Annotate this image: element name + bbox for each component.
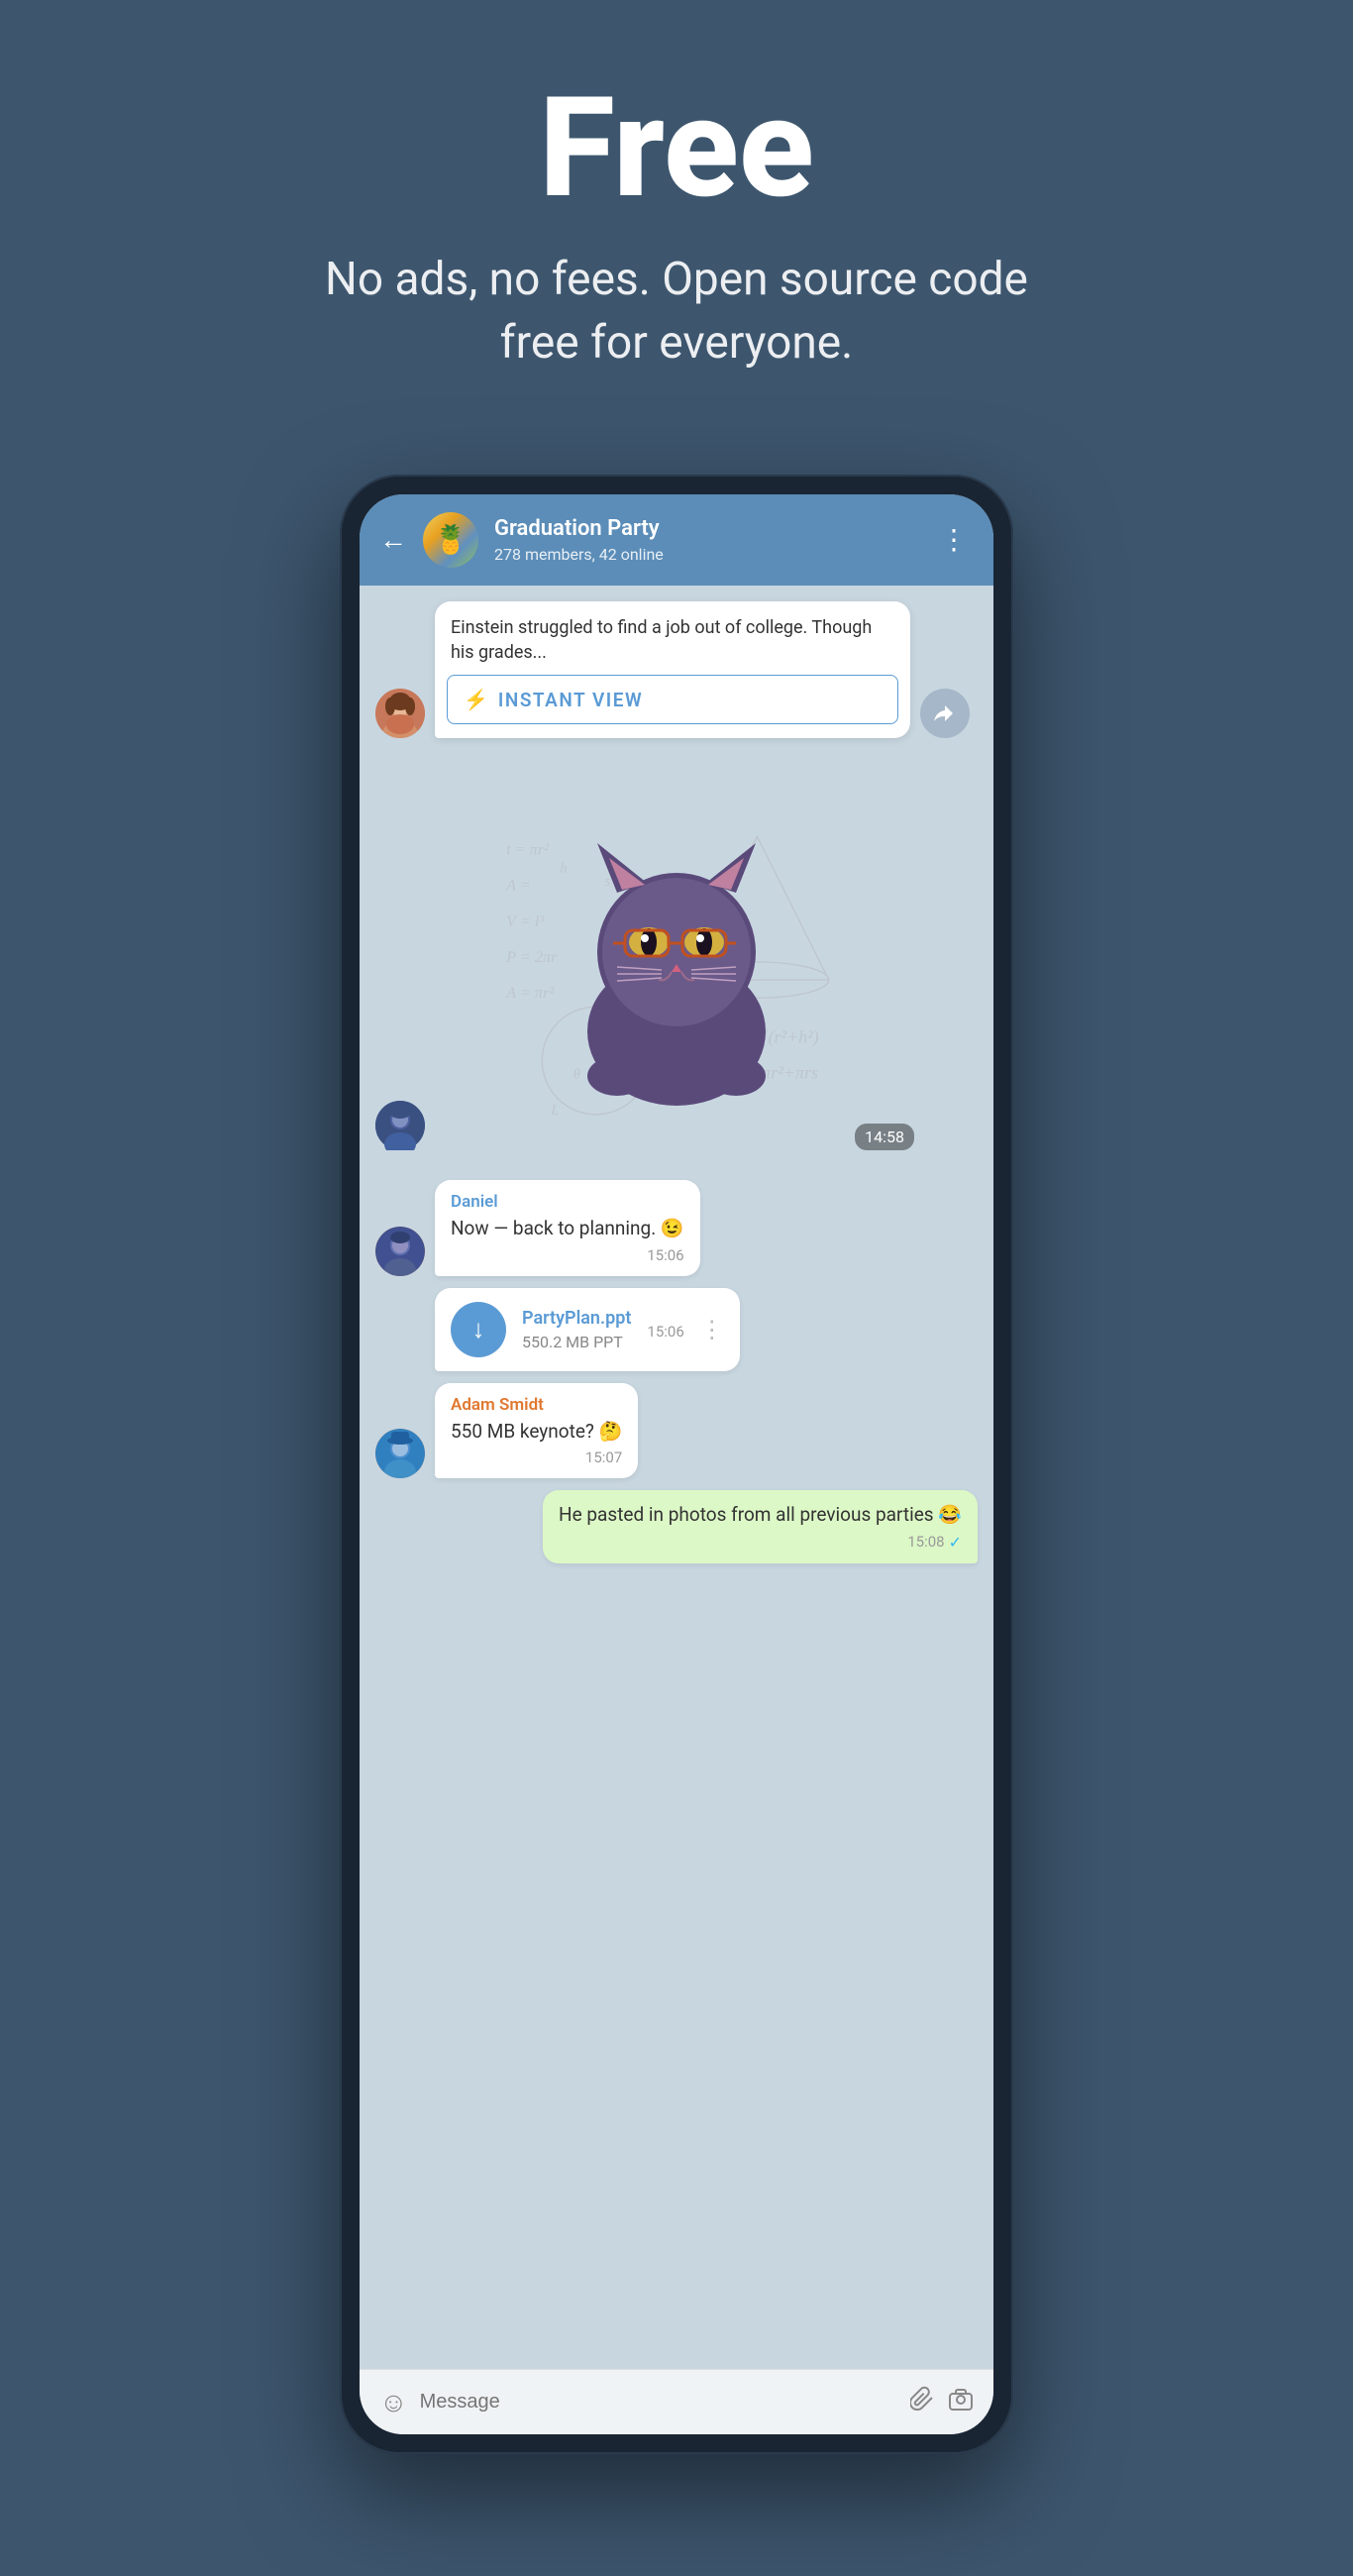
- chat-header: ← 🍍 Graduation Party 278 members, 42 onl…: [360, 494, 993, 586]
- daniel-time: 15:06: [451, 1246, 684, 1264]
- read-checkmark: ✓: [949, 1533, 962, 1552]
- hero-subtitle: No ads, no fees. Open source code free f…: [305, 248, 1048, 376]
- file-message: ↓ PartyPlan.ppt 550.2 MB PPT 15:06 ⋮: [435, 1288, 740, 1371]
- forward-button[interactable]: [920, 689, 970, 738]
- own-time: 15:08 ✓: [559, 1533, 962, 1552]
- cat-sticker: [538, 813, 815, 1111]
- article-bubble: Einstein struggled to find a job out of …: [435, 601, 910, 738]
- daniel-message: Daniel Now — back to planning. 😉 15:06: [435, 1180, 700, 1276]
- attach-button[interactable]: [910, 2386, 936, 2418]
- lightning-icon: ⚡: [464, 688, 488, 711]
- group-status: 278 members, 42 online: [494, 545, 918, 564]
- download-button[interactable]: ↓: [451, 1302, 506, 1357]
- file-more-button[interactable]: ⋮: [700, 1316, 724, 1343]
- instant-view-label: INSTANT VIEW: [498, 689, 643, 711]
- back-button[interactable]: ←: [379, 523, 407, 556]
- emoji-button[interactable]: ☺: [379, 2386, 408, 2418]
- article-message: Einstein struggled to find a job out of …: [375, 601, 978, 738]
- own-text: He pasted in photos from all previous pa…: [559, 1502, 962, 1529]
- file-time: 15:06: [647, 1323, 683, 1341]
- daniel-avatar: [375, 1227, 425, 1276]
- phone-screen: ← 🍍 Graduation Party 278 members, 42 onl…: [360, 494, 993, 2434]
- camera-button[interactable]: [948, 2386, 974, 2418]
- instant-view-button[interactable]: ⚡ INSTANT VIEW: [447, 675, 898, 724]
- daniel-message-row: Daniel Now — back to planning. 😉 15:06: [375, 1180, 978, 1276]
- daniel-name: Daniel: [451, 1192, 684, 1212]
- input-bar: ☺: [360, 2369, 993, 2434]
- sticker-time: 14:58: [855, 1124, 914, 1150]
- own-message: He pasted in photos from all previous pa…: [543, 1490, 978, 1563]
- sticker-message: t = πr² A = V = l³ P = 2πr A = πr²: [360, 754, 993, 1170]
- hero-section: Free No ads, no fees. Open source code f…: [0, 0, 1353, 435]
- daniel-text: Now — back to planning. 😉: [451, 1216, 684, 1242]
- phone-outer: ← 🍍 Graduation Party 278 members, 42 onl…: [340, 475, 1013, 2454]
- adam-text: 550 MB keynote? 🤔: [451, 1419, 622, 1446]
- file-message-row: ↓ PartyPlan.ppt 550.2 MB PPT 15:06 ⋮: [375, 1288, 978, 1371]
- adam-message: Adam Smidt 550 MB keynote? 🤔 15:07: [435, 1383, 638, 1479]
- group-avatar: 🍍: [423, 512, 478, 568]
- article-text: Einstein struggled to find a job out of …: [435, 601, 910, 675]
- header-info: Graduation Party 278 members, 42 online: [494, 516, 918, 564]
- more-options-button[interactable]: ⋮: [934, 523, 974, 556]
- file-size: 550.2 MB PPT: [522, 1333, 631, 1351]
- phone-wrapper: ← 🍍 Graduation Party 278 members, 42 onl…: [340, 475, 1013, 2454]
- adam-time: 15:07: [451, 1449, 622, 1466]
- sender-avatar: [375, 689, 425, 738]
- file-name: PartyPlan.ppt: [522, 1308, 631, 1329]
- svg-text:A =: A =: [505, 876, 531, 895]
- group-name: Graduation Party: [494, 516, 918, 541]
- adam-avatar: [375, 1429, 425, 1478]
- file-info: PartyPlan.ppt 550.2 MB PPT: [522, 1308, 631, 1351]
- adam-message-row: Adam Smidt 550 MB keynote? 🤔 15:07: [375, 1383, 978, 1479]
- message-input[interactable]: [420, 2391, 898, 2414]
- own-message-row: He pasted in photos from all previous pa…: [375, 1490, 978, 1563]
- adam-name: Adam Smidt: [451, 1395, 622, 1415]
- sticker-sender-avatar: [375, 1101, 425, 1150]
- hero-title: Free: [40, 79, 1313, 218]
- chat-body: Einstein struggled to find a job out of …: [360, 586, 993, 2369]
